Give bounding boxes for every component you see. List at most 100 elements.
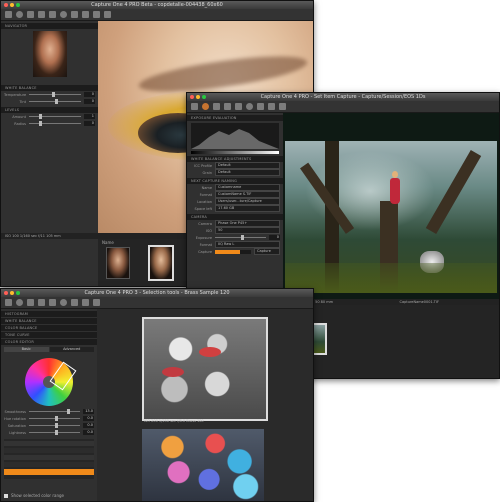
slider-value[interactable]: 0.0 <box>83 430 94 435</box>
capture-icon[interactable] <box>16 299 23 306</box>
image-viewer[interactable] <box>283 113 499 299</box>
rotate-right-icon[interactable] <box>38 11 45 18</box>
close-button[interactable] <box>190 95 194 99</box>
rotate-right-icon[interactable] <box>224 103 231 110</box>
settings-icon[interactable] <box>246 103 253 110</box>
section-header[interactable]: HISTOGRAM <box>1 311 97 317</box>
window-title: Capture One 4 PRO - Set Item Capture - C… <box>260 94 426 100</box>
color-range-row[interactable] <box>4 448 94 453</box>
zoom-icon[interactable] <box>93 11 100 18</box>
slider-knob[interactable] <box>39 114 43 119</box>
hand-icon[interactable] <box>82 299 89 306</box>
grid-icon[interactable] <box>49 299 56 306</box>
capture-button[interactable]: Capture <box>254 248 280 255</box>
folder-icon[interactable] <box>191 103 198 110</box>
section-header[interactable]: COLOR BALANCE <box>1 325 97 331</box>
text-field[interactable]: Customname <box>215 184 280 191</box>
color-wheel[interactable] <box>25 358 77 406</box>
window-titlebar[interactable]: Capture One 4 PRO Beta - copdetalle-0044… <box>1 1 313 9</box>
minimize-button[interactable] <box>196 95 200 99</box>
slider-value[interactable]: 0.0 <box>83 416 94 421</box>
rotate-right-icon[interactable] <box>38 299 45 306</box>
text-field[interactable]: CustomName S.TIF <box>215 191 280 198</box>
window-titlebar[interactable]: Capture One 4 PRO 3 - Selection tools - … <box>1 289 313 297</box>
select-field[interactable]: Default <box>215 169 280 176</box>
slider-track[interactable] <box>29 92 81 97</box>
color-range-row[interactable] <box>4 462 94 467</box>
section-header[interactable]: COLOR EDITOR <box>1 339 97 345</box>
folder-icon[interactable] <box>5 11 12 18</box>
color-range-row[interactable] <box>4 455 94 460</box>
slider-track[interactable] <box>29 99 81 104</box>
grid-icon[interactable] <box>235 103 242 110</box>
color-range-row-selected[interactable] <box>4 469 94 475</box>
zoom-icon[interactable] <box>93 299 100 306</box>
folder-icon[interactable] <box>5 299 12 306</box>
slider-track[interactable] <box>215 235 266 240</box>
maximize-button[interactable] <box>16 291 20 295</box>
close-button[interactable] <box>4 291 8 295</box>
checkbox[interactable] <box>4 493 8 498</box>
select-field[interactable]: Phase One P45+ <box>215 220 280 227</box>
image-viewer[interactable]: ISO 200 1/250 sec f/8.0 Brass 100 <box>97 309 313 501</box>
section-header[interactable]: WHITE BALANCE <box>1 318 97 324</box>
slider-knob[interactable] <box>52 92 56 97</box>
text-field[interactable]: Users/user...ture/Capture <box>215 198 280 205</box>
minimize-button[interactable] <box>10 3 14 7</box>
field-label: ICC Profile <box>194 163 212 168</box>
maximize-button[interactable] <box>16 3 20 7</box>
thumbnail[interactable] <box>106 247 130 279</box>
close-button[interactable] <box>4 3 8 7</box>
tab-basic[interactable]: Basic <box>4 347 49 352</box>
slider-value[interactable]: 0 <box>84 92 95 97</box>
slider-knob[interactable] <box>240 235 244 240</box>
minimize-button[interactable] <box>10 291 14 295</box>
section-header[interactable]: NAVIGATOR <box>1 23 98 29</box>
field-row: Format IIQ Raw L <box>187 241 283 248</box>
crop-icon[interactable] <box>71 299 78 306</box>
slider-value[interactable]: 1 <box>84 114 95 119</box>
zoom-icon[interactable] <box>279 103 286 110</box>
section-header[interactable]: EXPOSURE EVALUATION <box>187 115 283 121</box>
slider-value[interactable]: 0 <box>84 121 95 126</box>
slider-knob[interactable] <box>54 416 58 421</box>
thumbnail-selected[interactable] <box>148 245 174 281</box>
select-field[interactable]: 50 <box>215 227 280 234</box>
rotate-left-icon[interactable] <box>27 11 34 18</box>
slider-track[interactable] <box>29 114 81 119</box>
slider-track[interactable] <box>29 430 80 435</box>
slider-knob[interactable] <box>54 430 58 435</box>
slider-knob[interactable] <box>54 423 58 428</box>
slider-track[interactable] <box>29 423 80 428</box>
slider-track[interactable] <box>29 416 80 421</box>
slider-knob[interactable] <box>39 121 43 126</box>
crop-icon[interactable] <box>257 103 264 110</box>
select-field[interactable]: IIQ Raw L <box>215 241 280 248</box>
settings-icon[interactable] <box>60 299 67 306</box>
slider-value[interactable]: 0 <box>84 99 95 104</box>
picker-icon[interactable] <box>104 11 111 18</box>
hand-icon[interactable] <box>82 11 89 18</box>
slider-track[interactable] <box>29 409 80 414</box>
grid-icon[interactable] <box>49 11 56 18</box>
hand-icon[interactable] <box>268 103 275 110</box>
capture-icon[interactable] <box>16 11 23 18</box>
color-wheel-selection[interactable] <box>49 361 77 391</box>
maximize-button[interactable] <box>202 95 206 99</box>
tab-advanced[interactable]: Advanced <box>49 347 94 352</box>
slider-value[interactable]: 0 <box>269 235 280 240</box>
window-titlebar[interactable]: Capture One 4 PRO - Set Item Capture - C… <box>187 93 499 101</box>
color-range-row[interactable] <box>4 441 94 446</box>
settings-icon[interactable] <box>60 11 67 18</box>
capture-icon[interactable] <box>202 103 209 110</box>
crop-icon[interactable] <box>71 11 78 18</box>
select-field[interactable]: Default <box>215 162 280 169</box>
slider-value[interactable]: 0.0 <box>83 423 94 428</box>
slider-value[interactable]: 13.0 <box>83 409 94 414</box>
slider-track[interactable] <box>29 121 81 126</box>
slider-knob[interactable] <box>67 409 71 414</box>
slider-knob[interactable] <box>55 99 58 104</box>
rotate-left-icon[interactable] <box>27 299 34 306</box>
section-header[interactable]: TONE CURVE <box>1 332 97 338</box>
rotate-left-icon[interactable] <box>213 103 220 110</box>
